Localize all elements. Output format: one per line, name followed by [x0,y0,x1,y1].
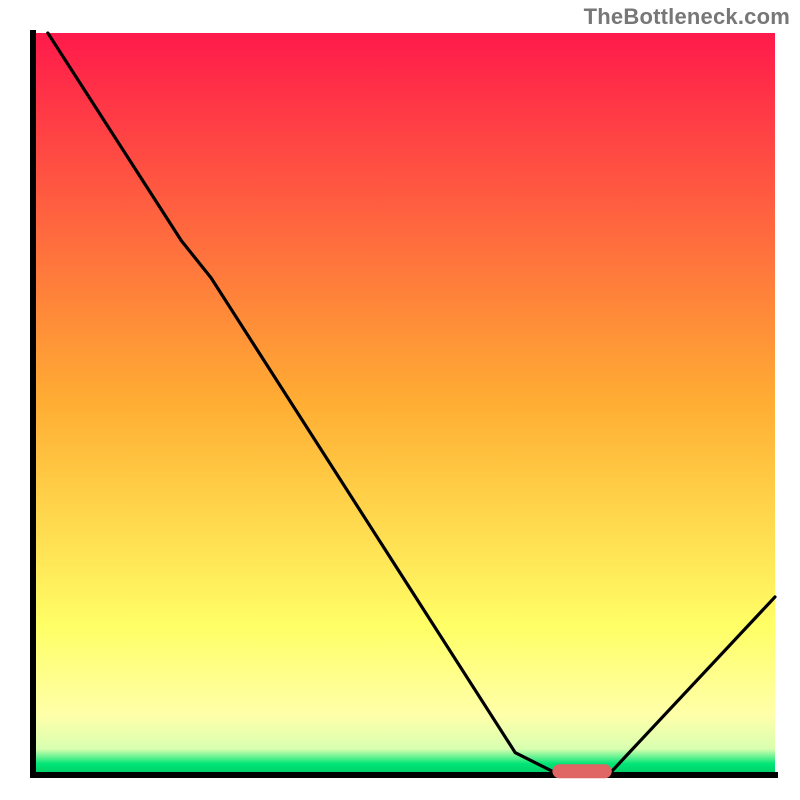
chart-container: TheBottleneck.com [0,0,800,800]
watermark-text: TheBottleneck.com [584,4,790,30]
optimal-marker [552,764,611,778]
plot-background [33,33,775,775]
bottleneck-chart [0,0,800,800]
